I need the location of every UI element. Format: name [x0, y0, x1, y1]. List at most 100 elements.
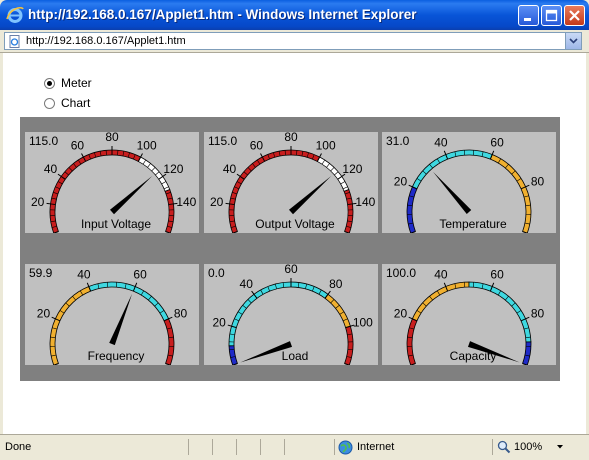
globe-icon — [338, 440, 353, 455]
tick-label: 80 — [284, 132, 298, 144]
input-voltage-gauge: 020406080100120140160115.0Input Voltage — [25, 132, 199, 233]
tick-label: 100 — [529, 231, 549, 233]
status-text: Done — [5, 441, 31, 453]
minimize-icon — [519, 6, 538, 25]
meter-option[interactable]: Meter — [44, 76, 92, 90]
status-bar: Done Internet 100% — [0, 434, 589, 460]
gauge-band — [325, 294, 350, 327]
tick-label: 40 — [434, 135, 448, 149]
gauge-dial: 020406080100120140160115.0Input Voltage — [25, 132, 199, 233]
tick-label: 0 — [38, 363, 45, 365]
gauge-label: Temperature — [439, 217, 507, 231]
gauge-band — [229, 282, 328, 346]
gauge-panel: 020406080100120140160115.0Input Voltage … — [20, 117, 560, 381]
tick-label: 80 — [105, 132, 119, 144]
capacity-gauge: 0 20 40 60 80 100 100.0 Capacity — [382, 264, 556, 365]
gauge-label: Output Voltage — [255, 217, 335, 231]
gauge-readout: 115.0 — [29, 134, 58, 148]
gauge-label: Input Voltage — [81, 217, 151, 231]
tick-label: 80 — [174, 306, 188, 320]
tick-label: 20 — [210, 195, 224, 209]
tick-label: 40 — [223, 162, 237, 176]
gauge-label: Frequency — [88, 349, 145, 363]
tick-label: 40 — [77, 267, 91, 281]
gauge-needle — [109, 294, 132, 345]
tick-label: 100 — [529, 363, 549, 365]
gauge-band — [469, 282, 531, 342]
address-bar: http://192.168.0.167/Applet1.htm — [0, 30, 589, 53]
tick-label: 40 — [434, 267, 448, 281]
tick-label: 140 — [355, 195, 375, 209]
gauge-readout: 115.0 — [208, 134, 237, 148]
gauge-band — [345, 326, 353, 365]
zoom-dropdown-icon — [556, 443, 564, 451]
window-title: http://192.168.0.167/Applet1.htm - Windo… — [28, 7, 416, 22]
close-button[interactable] — [564, 5, 585, 26]
tick-label: 60 — [490, 267, 504, 281]
gauge-readout: 0.0 — [208, 266, 225, 280]
dropdown-arrow-icon — [566, 33, 581, 48]
frequency-gauge: 02040608010059.9Frequency — [25, 264, 199, 365]
tick-label: 60 — [250, 138, 264, 152]
tick-label: 0 — [395, 363, 402, 365]
gauge-band — [412, 150, 492, 189]
title-bar: http://192.168.0.167/Applet1.htm - Windo… — [0, 0, 589, 30]
tick-label: 160 — [351, 231, 371, 233]
output-voltage-gauge: 0 20 40 60 80 100 120 140 160 115.0 Output Voltage — [204, 132, 378, 233]
page-icon — [8, 35, 21, 48]
minimize-button[interactable] — [518, 5, 539, 26]
tick-label: 40 — [44, 162, 58, 176]
gauge-dial: 02040608010059.9Frequency — [25, 264, 199, 365]
tick-label: 160 — [172, 231, 192, 233]
tick-label: 120 — [163, 162, 183, 176]
ie-logo-icon — [6, 6, 24, 24]
tick-label: 100 — [316, 138, 336, 152]
tick-label: 0 — [38, 231, 45, 233]
gauge-readout: 100.0 — [386, 266, 416, 280]
address-field[interactable]: http://192.168.0.167/Applet1.htm — [4, 32, 582, 50]
gauge-band — [164, 319, 174, 365]
tick-label: 100 — [353, 315, 373, 329]
gauge-band — [412, 282, 469, 321]
tick-label: 40 — [240, 277, 254, 291]
gauge-label: Load — [282, 349, 309, 363]
tick-label: 20 — [212, 315, 226, 329]
tick-label: 60 — [133, 267, 147, 281]
tick-label: 20 — [31, 195, 45, 209]
tick-label: 60 — [490, 135, 504, 149]
gauge-band — [407, 319, 417, 365]
close-icon — [565, 6, 584, 25]
gauge-needle — [110, 176, 152, 214]
meter-radio[interactable] — [44, 78, 55, 89]
gauge-dial: 02040608010031.0Temperature — [382, 132, 556, 233]
zoom-level: 100% — [514, 441, 542, 453]
tick-label: 20 — [394, 306, 408, 320]
zoom-control[interactable]: 100% — [497, 438, 569, 456]
gauge-band — [50, 287, 91, 365]
gauge-label: Capacity — [450, 349, 497, 363]
page-content: Meter Chart 0 20 40 60 80 100 120 140 160 115.0 In… — [3, 53, 586, 434]
tick-label: 20 — [394, 174, 408, 188]
tick-label: 0 — [217, 231, 224, 233]
chart-option[interactable]: Chart — [44, 96, 90, 110]
gauge-readout: 59.9 — [29, 266, 53, 280]
tick-label: 100 — [137, 138, 157, 152]
gauge-needle — [289, 176, 331, 214]
load-gauge: 0204060801001200.0Load — [204, 264, 378, 365]
tick-label: 120 — [351, 363, 371, 365]
address-dropdown[interactable] — [565, 33, 581, 49]
tick-label: 80 — [531, 306, 545, 320]
gauge-readout: 31.0 — [386, 134, 410, 148]
maximize-button[interactable] — [541, 5, 562, 26]
chart-radio[interactable] — [44, 98, 55, 109]
gauge-band — [407, 187, 417, 233]
tick-label: 80 — [531, 174, 545, 188]
maximize-icon — [542, 6, 561, 25]
tick-label: 60 — [71, 138, 85, 152]
chart-label: Chart — [61, 96, 90, 110]
tick-label: 120 — [342, 162, 362, 176]
tick-label: 100 — [172, 363, 192, 365]
gauge-dial: 0204060801001200.0Load — [204, 264, 378, 365]
address-text: http://192.168.0.167/Applet1.htm — [26, 35, 186, 47]
gauge-dial: 0 20 40 60 80 100 100.0 Capacity — [382, 264, 556, 365]
